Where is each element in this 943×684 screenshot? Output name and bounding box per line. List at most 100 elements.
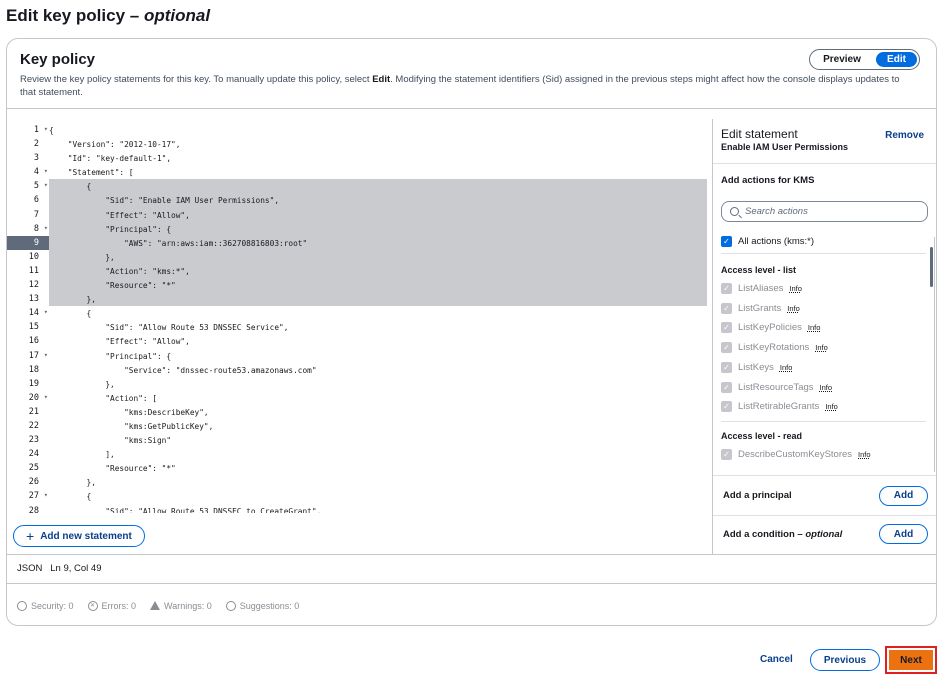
key-policy-container: Key policy Review the key policy stateme… bbox=[6, 38, 937, 626]
code-line[interactable]: "Sid": "Allow Route 53 DNSSEC Service", bbox=[49, 320, 707, 334]
code-line[interactable]: }, bbox=[49, 475, 707, 489]
errors-check[interactable]: ✕ Errors: 0 bbox=[87, 593, 136, 618]
code-line[interactable]: { bbox=[49, 306, 707, 320]
action-checkbox[interactable]: ✓ ListKeys Info bbox=[721, 361, 793, 373]
next-button[interactable]: Next bbox=[889, 650, 933, 670]
validation-checks: Security: 0 ✕ Errors: 0 Warnings: 0 Sugge… bbox=[7, 583, 936, 625]
fold-chevron-icon[interactable]: ▾ bbox=[44, 181, 48, 189]
fold-chevron-icon[interactable]: ▾ bbox=[44, 167, 48, 175]
add-actions-heading: Add actions for KMS bbox=[721, 175, 815, 186]
info-link[interactable]: Info bbox=[789, 284, 802, 293]
line-number: 25 bbox=[28, 463, 39, 474]
previous-button[interactable]: Previous bbox=[810, 649, 880, 671]
line-number: 22 bbox=[28, 420, 39, 431]
fold-chevron-icon[interactable]: ▾ bbox=[44, 491, 48, 499]
code-line[interactable]: ], bbox=[49, 447, 707, 461]
all-actions-checkbox[interactable]: ✓ All actions (kms:*) bbox=[721, 236, 814, 247]
add-new-statement-button[interactable]: + Add new statement bbox=[13, 525, 145, 547]
add-principal-button[interactable]: Add bbox=[879, 485, 928, 506]
info-link[interactable]: Info bbox=[825, 402, 838, 411]
suggestions-check[interactable]: Suggestions: 0 bbox=[225, 593, 299, 618]
line-number: 18 bbox=[28, 364, 39, 375]
add-principal-label: Add a principal bbox=[723, 490, 792, 501]
code-line[interactable]: { bbox=[49, 489, 707, 503]
security-check[interactable]: Security: 0 bbox=[17, 593, 74, 618]
code-line[interactable]: "AWS": "arn:aws:iam::362708816803:root" bbox=[49, 235, 707, 250]
info-link[interactable]: Info bbox=[858, 450, 871, 459]
code-line[interactable]: "Principal": { bbox=[49, 349, 707, 363]
add-condition-row: Add a condition – optional Add bbox=[713, 515, 936, 553]
code-line[interactable]: "kms:DescribeKey", bbox=[49, 405, 707, 419]
code-line[interactable]: "Action": "kms:*", bbox=[49, 263, 707, 279]
info-link[interactable]: Info bbox=[787, 304, 800, 313]
code-line[interactable]: "Principal": { bbox=[49, 221, 707, 236]
code-line[interactable]: "Id": "key-default-1", bbox=[49, 151, 707, 165]
code-line[interactable]: "Action": [ bbox=[49, 391, 707, 405]
line-number: 9 bbox=[7, 235, 49, 250]
code-line[interactable]: "Sid": "Enable IAM User Permissions", bbox=[49, 193, 707, 208]
key-policy-description: Review the key policy statements for thi… bbox=[20, 74, 900, 98]
code-area[interactable]: { "Version": "2012-10-17", "Id": "key-de… bbox=[49, 123, 707, 513]
info-link[interactable]: Info bbox=[780, 363, 793, 372]
key-policy-title: Key policy bbox=[20, 51, 96, 68]
checkbox-checked-icon: ✓ bbox=[721, 449, 732, 460]
action-checkbox[interactable]: ✓ DescribeCustomKeyStores Info bbox=[721, 449, 871, 460]
action-checkbox[interactable]: ✓ ListKeyPolicies Info bbox=[721, 322, 821, 334]
line-number: 26 bbox=[28, 477, 39, 488]
action-checkbox[interactable]: ✓ ListResourceTags Info bbox=[721, 381, 833, 393]
fold-chevron-icon[interactable]: ▾ bbox=[44, 393, 48, 401]
code-line[interactable]: "kms:Sign" bbox=[49, 433, 707, 447]
fold-chevron-icon[interactable]: ▾ bbox=[44, 308, 48, 316]
code-line[interactable]: "Version": "2012-10-17", bbox=[49, 137, 707, 151]
mode-toggle: Preview Edit bbox=[809, 49, 920, 70]
action-checkbox[interactable]: ✓ ListRetirableGrants Info bbox=[721, 401, 838, 413]
edit-mode-button[interactable]: Edit bbox=[876, 52, 917, 67]
scrollbar-track[interactable] bbox=[934, 237, 935, 472]
code-line[interactable]: { bbox=[49, 179, 707, 194]
preview-mode-button[interactable]: Preview bbox=[810, 50, 874, 69]
line-number: 19 bbox=[28, 378, 39, 389]
scrollbar-thumb[interactable] bbox=[930, 247, 933, 287]
code-line[interactable]: "kms:GetPublicKey", bbox=[49, 419, 707, 433]
line-number: 7 bbox=[33, 209, 39, 220]
warnings-check[interactable]: Warnings: 0 bbox=[150, 593, 212, 618]
shield-icon bbox=[17, 600, 27, 611]
code-line[interactable]: "Resource": "*" bbox=[49, 461, 707, 475]
add-condition-button[interactable]: Add bbox=[879, 524, 928, 544]
edit-statement-panel: Edit statement Enable IAM User Permissio… bbox=[713, 119, 936, 554]
search-actions-input[interactable]: Search actions bbox=[721, 201, 928, 222]
info-link[interactable]: Info bbox=[815, 343, 828, 352]
actions-list[interactable]: ✓ All actions (kms:*) Access level - lis… bbox=[713, 231, 936, 475]
error-icon: ✕ bbox=[87, 600, 98, 611]
action-checkbox[interactable]: ✓ ListKeyRotations Info bbox=[721, 342, 828, 354]
code-line[interactable]: "Effect": "Allow", bbox=[49, 207, 707, 222]
code-line[interactable]: "Resource": "*" bbox=[49, 278, 707, 293]
code-line[interactable]: "Effect": "Allow", bbox=[49, 334, 707, 348]
code-line[interactable]: }, bbox=[49, 377, 707, 391]
code-line[interactable]: "Service": "dnssec-route53.amazonaws.com… bbox=[49, 363, 707, 377]
code-line[interactable]: "Statement": [ bbox=[49, 165, 707, 179]
plus-icon: + bbox=[26, 528, 35, 544]
divider bbox=[721, 421, 926, 422]
search-icon bbox=[730, 207, 739, 216]
code-line[interactable]: { bbox=[49, 123, 707, 137]
fold-chevron-icon[interactable]: ▾ bbox=[44, 224, 48, 232]
info-link[interactable]: Info bbox=[820, 383, 833, 392]
line-number: 3 bbox=[33, 153, 39, 164]
line-number: 6 bbox=[33, 195, 39, 206]
checkbox-checked-icon: ✓ bbox=[721, 236, 732, 247]
checkbox-checked-icon: ✓ bbox=[721, 361, 732, 373]
info-link[interactable]: Info bbox=[808, 323, 821, 332]
code-line[interactable]: "Sid": "Allow Route 53 DNSSEC to CreateG… bbox=[49, 504, 707, 513]
code-line[interactable]: }, bbox=[49, 249, 707, 264]
fold-chevron-icon[interactable]: ▾ bbox=[44, 125, 48, 133]
action-checkbox[interactable]: ✓ ListAliases Info bbox=[721, 283, 802, 294]
fold-chevron-icon[interactable]: ▾ bbox=[44, 351, 48, 359]
line-number: 8 ▾ bbox=[33, 223, 48, 234]
remove-statement-button[interactable]: Remove bbox=[885, 130, 924, 141]
line-number: 11 bbox=[28, 265, 39, 276]
code-line[interactable]: }, bbox=[49, 292, 707, 307]
editor-status-bar: JSON Ln 9, Col 49 bbox=[7, 554, 936, 583]
action-checkbox[interactable]: ✓ ListGrants Info bbox=[721, 302, 800, 314]
cancel-button[interactable]: Cancel bbox=[760, 654, 793, 665]
